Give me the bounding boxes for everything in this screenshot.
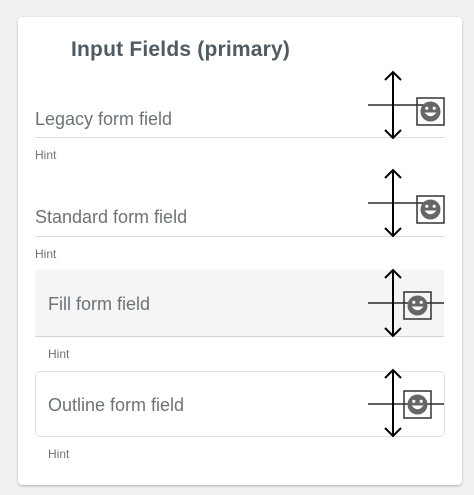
smiley-icon [368,367,448,439]
outline-form-field[interactable]: Outline form field Hint [18,17,462,467]
input-fields-card: Input Fields (primary) Legacy form field… [18,17,462,485]
outline-field-label: Outline form field [48,395,185,415]
outline-field-hint: Hint [48,447,70,461]
